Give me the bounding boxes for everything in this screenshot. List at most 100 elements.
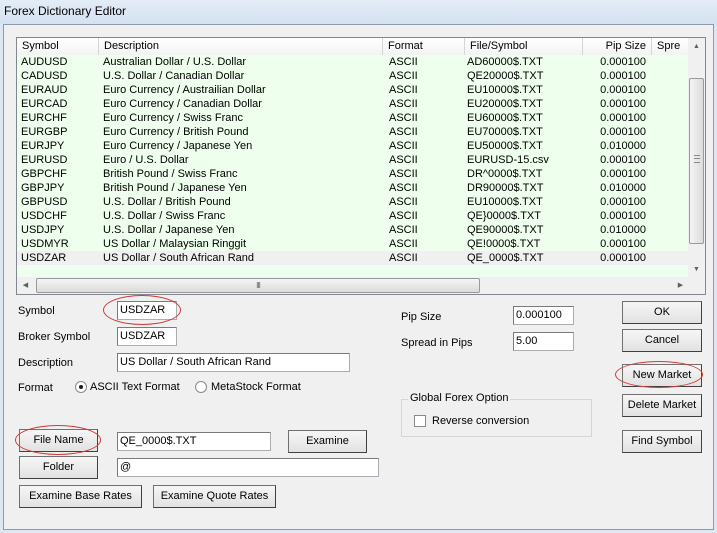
pip-size-input[interactable]: 0.000100 bbox=[513, 306, 574, 325]
column-header-file-symbol[interactable]: File/Symbol bbox=[465, 38, 583, 55]
table-row[interactable]: EURUSD Euro / U.S. Dollar ASCII EURUSD-15.c… bbox=[17, 153, 689, 167]
column-header-pip-size[interactable]: Pip Size bbox=[583, 38, 652, 55]
symbol-input[interactable]: USDZAR bbox=[117, 301, 177, 320]
table-row[interactable]: CADUSD U.S. Dollar / Canadian Dollar ASCII… bbox=[17, 69, 689, 83]
row-pip-size: 0.000100 bbox=[600, 84, 646, 96]
file-name-input[interactable]: QE_0000$.TXT bbox=[117, 432, 271, 451]
new-market-button[interactable]: New Market bbox=[622, 364, 702, 387]
row-description: U.S. Dollar / Japanese Yen bbox=[103, 224, 235, 236]
row-spread bbox=[651, 125, 689, 139]
examine-quote-rates-button[interactable]: Examine Quote Rates bbox=[153, 485, 276, 508]
format-metastock-label[interactable]: MetaStock Format bbox=[211, 381, 301, 393]
row-description: Euro Currency / Japanese Yen bbox=[103, 140, 253, 152]
row-description: British Pound / Japanese Yen bbox=[103, 182, 247, 194]
table-row[interactable]: USDMYR US Dollar / Malaysian Ringgit ASCII… bbox=[17, 237, 689, 251]
vertical-scrollbar[interactable]: ▲ ▼ bbox=[688, 38, 705, 278]
scroll-right-arrow-icon[interactable]: ▶ bbox=[672, 277, 689, 294]
row-spread bbox=[651, 55, 689, 69]
table-row[interactable]: GBPCHF British Pound / Swiss Franc ASCII DR… bbox=[17, 167, 689, 181]
examine-button[interactable]: Examine bbox=[288, 430, 367, 453]
table-row[interactable]: AUDUSD Australian Dollar / U.S. Dollar ASC… bbox=[17, 55, 689, 69]
row-spread bbox=[651, 209, 689, 223]
row-description: Euro / U.S. Dollar bbox=[103, 154, 189, 166]
row-pip-size: 0.000100 bbox=[600, 70, 646, 82]
column-header-spread[interactable]: Spre bbox=[652, 38, 689, 55]
cancel-button[interactable]: Cancel bbox=[622, 329, 702, 352]
row-spread bbox=[651, 167, 689, 181]
row-pip-size: 0.000100 bbox=[600, 210, 646, 222]
list-header: Symbol Description Format File/Symbol Pi… bbox=[17, 38, 689, 55]
row-format: ASCII bbox=[389, 112, 418, 124]
row-pip-size: 0.000100 bbox=[600, 56, 646, 68]
row-spread bbox=[651, 195, 689, 209]
row-symbol: GBPUSD bbox=[21, 196, 68, 208]
row-description: Euro Currency / Swiss Franc bbox=[103, 112, 243, 124]
broker-symbol-input[interactable]: USDZAR bbox=[117, 327, 177, 346]
row-pip-size: 0.000100 bbox=[600, 98, 646, 110]
row-symbol: USDZAR bbox=[21, 252, 67, 264]
scroll-grip-icon bbox=[694, 155, 700, 163]
row-symbol: EURJPY bbox=[21, 140, 65, 152]
examine-base-rates-button[interactable]: Examine Base Rates bbox=[19, 485, 142, 508]
table-row[interactable]: EURCHF Euro Currency / Swiss Franc ASCII EU… bbox=[17, 111, 689, 125]
row-format: ASCII bbox=[389, 210, 418, 222]
table-row[interactable]: USDZAR US Dollar / South African Rand ASCI… bbox=[17, 251, 689, 265]
dialog-client: Symbol Description Format File/Symbol Pi… bbox=[3, 24, 714, 530]
format-ascii-radio[interactable] bbox=[75, 381, 87, 393]
format-ascii-label[interactable]: ASCII Text Format bbox=[90, 381, 180, 393]
row-symbol: AUDUSD bbox=[21, 56, 68, 68]
table-row[interactable]: EURJPY Euro Currency / Japanese Yen ASCII E… bbox=[17, 139, 689, 153]
global-forex-option-title: Global Forex Option bbox=[408, 392, 511, 404]
row-symbol: EURAUD bbox=[21, 84, 68, 96]
row-spread bbox=[651, 223, 689, 237]
row-pip-size: 0.000100 bbox=[600, 168, 646, 180]
row-spread bbox=[651, 111, 689, 125]
row-symbol: EURCHF bbox=[21, 112, 67, 124]
spread-input[interactable]: 5.00 bbox=[513, 332, 574, 351]
format-metastock-radio[interactable] bbox=[195, 381, 207, 393]
horizontal-scrollbar[interactable]: ◀ III ▶ bbox=[17, 277, 689, 294]
row-pip-size: 0.010000 bbox=[600, 182, 646, 194]
find-symbol-button[interactable]: Find Symbol bbox=[622, 430, 702, 453]
row-pip-size: 0.010000 bbox=[600, 224, 646, 236]
row-pip-size: 0.000100 bbox=[600, 252, 646, 264]
folder-button[interactable]: Folder bbox=[19, 456, 98, 479]
column-header-description[interactable]: Description bbox=[99, 38, 383, 55]
description-input[interactable]: US Dollar / South African Rand bbox=[117, 353, 350, 372]
row-spread bbox=[651, 153, 689, 167]
row-file-symbol: QE_0000$.TXT bbox=[467, 252, 544, 264]
reverse-conversion-checkbox[interactable] bbox=[414, 415, 426, 427]
column-header-format[interactable]: Format bbox=[383, 38, 465, 55]
column-header-symbol[interactable]: Symbol bbox=[17, 38, 99, 55]
folder-input[interactable]: @ bbox=[117, 458, 379, 477]
row-symbol: EURCAD bbox=[21, 98, 68, 110]
forex-list[interactable]: Symbol Description Format File/Symbol Pi… bbox=[16, 37, 706, 295]
table-row[interactable]: GBPUSD U.S. Dollar / British Pound ASCII EU… bbox=[17, 195, 689, 209]
table-row[interactable]: USDJPY U.S. Dollar / Japanese Yen ASCII QE9… bbox=[17, 223, 689, 237]
table-row[interactable]: EURAUD Euro Currency / Austrailian Dollar… bbox=[17, 83, 689, 97]
ok-button[interactable]: OK bbox=[622, 301, 702, 324]
horizontal-scroll-thumb[interactable]: III bbox=[36, 278, 480, 293]
vertical-scroll-thumb[interactable] bbox=[689, 78, 704, 244]
delete-market-button[interactable]: Delete Market bbox=[622, 394, 702, 417]
table-row[interactable]: USDCHF U.S. Dollar / Swiss Franc ASCII QE}0… bbox=[17, 209, 689, 223]
table-row[interactable]: EURCAD Euro Currency / Canadian Dollar ASC… bbox=[17, 97, 689, 111]
description-label: Description bbox=[18, 357, 74, 369]
scroll-left-arrow-icon[interactable]: ◀ bbox=[17, 277, 34, 294]
row-spread bbox=[651, 139, 689, 153]
row-file-symbol: QE20000$.TXT bbox=[467, 70, 544, 82]
row-description: Euro Currency / Canadian Dollar bbox=[103, 98, 262, 110]
row-format: ASCII bbox=[389, 56, 418, 68]
row-file-symbol: QE90000$.TXT bbox=[467, 224, 544, 236]
row-file-symbol: AD60000$.TXT bbox=[467, 56, 543, 68]
row-symbol: GBPJPY bbox=[21, 182, 65, 194]
row-file-symbol: EU70000$.TXT bbox=[467, 126, 543, 138]
reverse-conversion-label[interactable]: Reverse conversion bbox=[432, 415, 529, 427]
table-row[interactable]: GBPJPY British Pound / Japanese Yen ASCII D… bbox=[17, 181, 689, 195]
row-description: Australian Dollar / U.S. Dollar bbox=[103, 56, 247, 68]
file-name-button[interactable]: File Name bbox=[19, 429, 98, 452]
scroll-down-arrow-icon[interactable]: ▼ bbox=[688, 261, 705, 278]
row-spread bbox=[651, 237, 689, 251]
scroll-up-arrow-icon[interactable]: ▲ bbox=[688, 38, 705, 55]
table-row[interactable]: EURGBP Euro Currency / British Pound ASCII… bbox=[17, 125, 689, 139]
